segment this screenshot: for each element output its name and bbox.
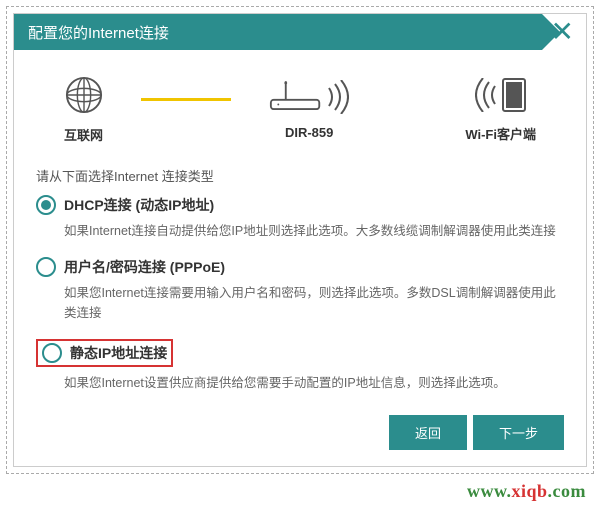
back-button[interactable]: 返回 <box>389 415 467 450</box>
header-ribbon: 配置您的Internet连接 <box>14 14 542 50</box>
outer-container: 配置您的Internet连接 ✕ 互联网 D <box>6 6 594 474</box>
option-pppoe-title: 用户名/密码连接 (PPPoE) <box>64 257 225 277</box>
internet-node: 互联网 <box>64 76 103 144</box>
option-pppoe: 用户名/密码连接 (PPPoE) 如果您Internet连接需要用输入用户名和密… <box>36 257 564 323</box>
phone-icon <box>501 77 527 116</box>
next-button[interactable]: 下一步 <box>473 415 564 450</box>
option-dhcp-desc: 如果Internet连接自动提供给您IP地址则选择此选项。大多数线缆调制解调器使… <box>36 221 564 241</box>
wizard-panel: 配置您的Internet连接 ✕ 互联网 D <box>13 13 587 467</box>
wifi-waves-icon <box>475 78 499 115</box>
button-row: 返回 下一步 <box>389 415 564 450</box>
topology-diagram: 互联网 DIR-859 <box>14 50 586 152</box>
instruction-text: 请从下面选择Internet 连接类型 <box>14 152 586 187</box>
options-list: DHCP连接 (动态IP地址) 如果Internet连接自动提供给您IP地址则选… <box>14 187 586 417</box>
option-static-title: 静态IP地址连接 <box>70 343 167 363</box>
highlight-box: 静态IP地址连接 <box>36 339 173 367</box>
radio-static[interactable] <box>42 343 62 363</box>
radio-pppoe[interactable] <box>36 257 56 277</box>
radio-dhcp[interactable] <box>36 195 56 215</box>
option-dhcp-title: DHCP连接 (动态IP地址) <box>64 195 214 215</box>
internet-label: 互联网 <box>64 125 103 144</box>
option-static-desc: 如果您Internet设置供应商提供给您需要手动配置的IP地址信息，则选择此选项… <box>36 373 564 393</box>
router-node: DIR-859 <box>269 80 349 140</box>
router-icon <box>269 80 323 117</box>
close-icon[interactable]: ✕ <box>551 18 574 46</box>
router-label: DIR-859 <box>285 125 333 140</box>
wifi-waves-icon <box>325 80 349 117</box>
client-label: Wi-Fi客户端 <box>465 124 536 143</box>
option-pppoe-desc: 如果您Internet连接需要用输入用户名和密码，则选择此选项。多数DSL调制解… <box>36 283 564 323</box>
header-title: 配置您的Internet连接 <box>28 22 169 43</box>
watermark: www.xiqb.com <box>467 481 586 502</box>
option-static: 静态IP地址连接 如果您Internet设置供应商提供给您需要手动配置的IP地址… <box>36 339 564 393</box>
option-dhcp: DHCP连接 (动态IP地址) 如果Internet连接自动提供给您IP地址则选… <box>36 195 564 241</box>
cable-line <box>141 98 231 101</box>
globe-icon <box>65 76 103 117</box>
client-node: Wi-Fi客户端 <box>465 77 536 143</box>
